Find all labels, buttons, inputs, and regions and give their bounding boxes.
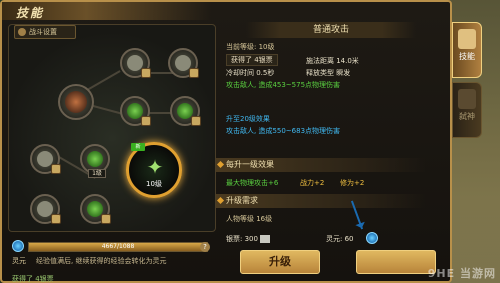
- skill-node[interactable]: [168, 48, 199, 78]
- godslayer-tab-icon: [458, 89, 476, 109]
- skill-name: 普通攻击: [246, 22, 416, 38]
- loot-message: 获得了 4银票: [12, 275, 54, 283]
- cast-distance: 施法距离 14.0米: [306, 57, 359, 65]
- secondary-action-button[interactable]: [356, 250, 436, 274]
- selected-skill-level: 10级: [146, 180, 162, 188]
- silver-cost-label: 银票: 300: [226, 235, 258, 243]
- next-level-title: 升至20级效果: [226, 115, 270, 123]
- skill-node[interactable]: [58, 84, 94, 120]
- battle-settings-button[interactable]: 战斗设置: [14, 25, 76, 39]
- spirit-orb-icon: [366, 232, 378, 244]
- required-level: 人物等级 16级: [226, 215, 273, 223]
- demon-skill-icon: [65, 91, 87, 113]
- requirement-section: 升级需求: [216, 194, 426, 208]
- upgrade-button[interactable]: 升级: [240, 250, 320, 274]
- loot-toast: 获得了 4银票: [226, 54, 278, 66]
- skill-node[interactable]: [30, 144, 61, 174]
- lock-icon: [191, 116, 201, 126]
- per-level-section: 每升一级效果: [216, 158, 426, 172]
- per-level-attack: 最大物理攻击+6: [226, 179, 279, 187]
- next-level-effect: 攻击敌人, 造成550~683点物理伤害: [226, 127, 341, 135]
- skill-node[interactable]: 1级: [80, 144, 110, 178]
- tab-godslayer[interactable]: 弑神: [452, 82, 482, 138]
- skill-node[interactable]: [30, 194, 61, 224]
- new-badge: 新: [131, 143, 145, 151]
- skill-node[interactable]: [120, 96, 151, 126]
- title-bar: 技能: [2, 2, 212, 20]
- silver-cost: 银票: 300: [226, 234, 270, 244]
- selected-skill-node[interactable]: 新 ✦ 10级: [126, 142, 182, 198]
- spirit-cost-label: 灵元: 60: [326, 235, 354, 243]
- skill-level: 1级: [88, 169, 106, 178]
- skill-panel: 技能 战斗设置 1级 新 ✦ 10级 4667/1088 ? 灵元 经验值满后,…: [0, 0, 452, 283]
- help-icon[interactable]: ?: [200, 242, 210, 252]
- exp-bar: 4667/1088: [28, 242, 208, 252]
- tab-godslayer-label: 弑神: [459, 112, 475, 121]
- skill-tab-icon: [458, 29, 476, 49]
- lock-icon: [51, 214, 61, 224]
- spirit-orb-icon: [12, 240, 24, 252]
- window-title: 技能: [16, 6, 45, 20]
- watermark: 9HE 当游网: [427, 267, 496, 280]
- exp-hint: 经验值满后, 继续获得的经验会转化为灵元: [36, 257, 167, 265]
- battle-settings-label: 战斗设置: [29, 28, 57, 36]
- skill-detail: 普通攻击 当前等级: 10级 获得了 4银票 施法距离 14.0米 冷却时间 0…: [216, 22, 442, 254]
- spirit-label: 灵元: [12, 257, 26, 265]
- silver-ticket-icon: [259, 235, 270, 243]
- release-type: 释放类型 瞬发: [306, 69, 351, 77]
- bow-skill-icon: ✦: [146, 155, 164, 179]
- current-level: 当前等级: 10级: [226, 43, 275, 51]
- skill-effect: 攻击敌人, 造成453~575点物理伤害: [226, 81, 341, 89]
- tab-skills[interactable]: 技能: [452, 22, 482, 78]
- lock-icon: [101, 214, 111, 224]
- skill-node[interactable]: [80, 194, 111, 224]
- lock-icon: [189, 68, 199, 78]
- skill-node[interactable]: [170, 96, 201, 126]
- cooldown: 冷却时间 0.5秒: [226, 69, 275, 77]
- lock-icon: [141, 116, 151, 126]
- skill-node[interactable]: [120, 48, 151, 78]
- gear-icon: [18, 28, 26, 36]
- exp-value: 4667/1088: [101, 243, 135, 250]
- skill-icon: [87, 151, 103, 167]
- per-level-cultivation: 修为+2: [340, 179, 365, 187]
- lock-icon: [141, 68, 151, 78]
- spirit-cost: 灵元: 60: [326, 234, 354, 244]
- lock-icon: [51, 164, 61, 174]
- per-level-power: 战力+2: [300, 179, 325, 187]
- tab-skills-label: 技能: [459, 52, 475, 61]
